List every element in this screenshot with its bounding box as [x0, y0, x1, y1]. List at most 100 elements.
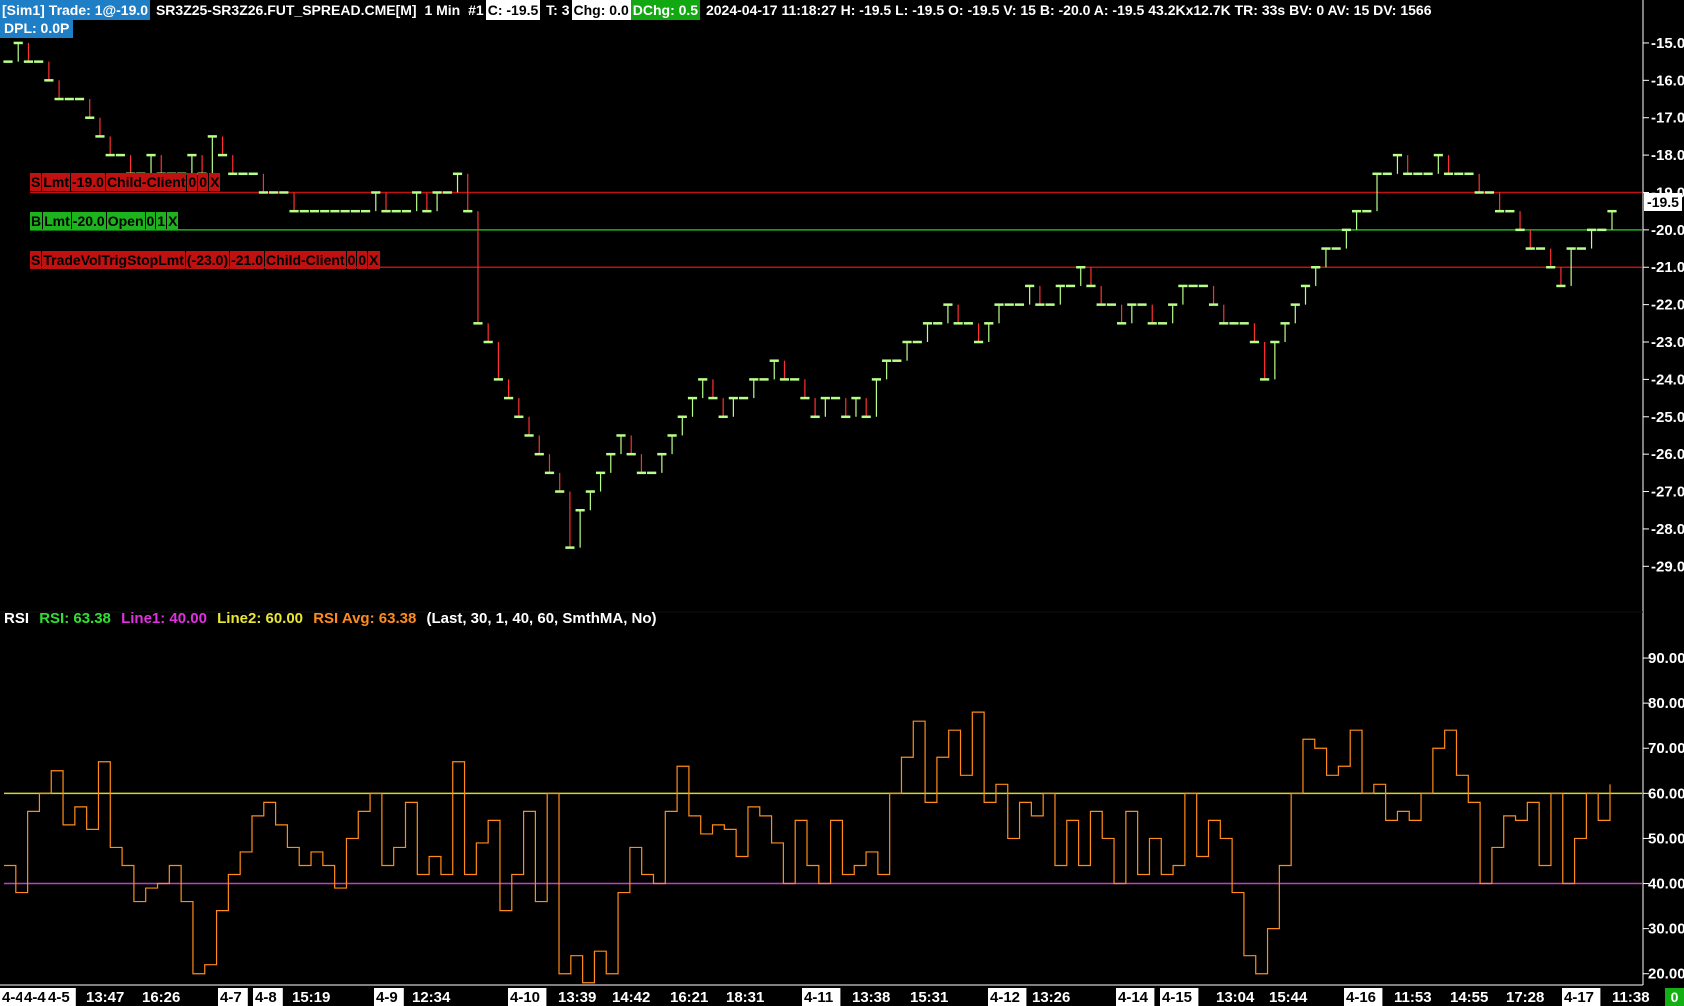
order-cell: TradeVolTrigStopLmt — [42, 251, 185, 269]
order-cancel-button[interactable]: X — [209, 173, 221, 191]
status-badge: 0 — [1665, 988, 1684, 1006]
y-tick-label: 80.00 — [1648, 695, 1684, 712]
order-cell: Open — [106, 212, 145, 230]
x-tick-label: 4-14 — [1118, 989, 1149, 1006]
order-buy-limit-20[interactable]: B Lmt -20.0 Open 0 1 X — [30, 212, 179, 230]
x-tick-group: 11:53 — [1394, 989, 1432, 1006]
y-tick-label: -29.0 — [1651, 558, 1684, 575]
x-tick-label: 4-9 — [376, 989, 398, 1006]
rsi-legend-name: RSI — [4, 610, 30, 627]
x-tick-group: 4-11 — [802, 988, 841, 1006]
y-tick-label: 50.00 — [1648, 830, 1684, 847]
y-tick-label: 30.00 — [1648, 921, 1684, 938]
x-tick-group: 12:34 — [412, 989, 451, 1006]
rsi-legend: RSI RSI: 63.38 Line1: 40.00 Line2: 60.00… — [4, 610, 663, 627]
price-pane[interactable] — [3, 41, 1642, 549]
x-tick-label: 13:39 — [558, 989, 596, 1006]
x-tick-label: 4-10 — [510, 989, 540, 1006]
x-tick-group: 4-15 — [1160, 988, 1199, 1006]
x-axis: 4-4 4-4 4-5 13:47 16:26 4-7 4-8 15:19 4-9 12:34 4-… — [0, 984, 1650, 1006]
x-tick-group: 4-17 — [1562, 988, 1601, 1006]
x-tick-label: 13:38 — [852, 989, 890, 1006]
x-tick-group: 4-9 — [374, 988, 404, 1006]
x-tick-label: 13:26 — [1032, 989, 1070, 1006]
x-tick-group: 4-8 — [253, 988, 283, 1006]
y-tick-label: -18.0 — [1651, 147, 1684, 164]
x-tick-label: 13:47 — [86, 989, 124, 1006]
y-tick-label: -17.0 — [1651, 110, 1684, 127]
stats-label: 2024-04-17 11:18:27 H: -19.5 L: -19.5 O:… — [705, 2, 1432, 18]
chart-number-label: #1 — [468, 2, 484, 18]
y-tick-label: 60.00 — [1648, 785, 1684, 802]
x-tick-group: 4-14 — [1116, 988, 1155, 1006]
dpl-badge: DPL: 0.0P — [0, 19, 74, 38]
x-tick-label: 4-12 — [990, 989, 1020, 1006]
x-tick-group: 17:28 — [1506, 989, 1544, 1006]
order-sell-stop-limit-21[interactable]: S TradeVolTrigStopLmt (-23.0) -21.0 Chil… — [30, 251, 381, 269]
order-sell-limit-19[interactable]: S Lmt -19.0 Child-Client 0 0 X — [30, 173, 221, 191]
ticks-label: T: 3 — [546, 2, 570, 18]
x-tick-label: 4-8 — [255, 989, 277, 1006]
order-cell: S — [30, 251, 42, 269]
x-tick-group: 13:26 — [1032, 989, 1070, 1006]
rsi-pane[interactable] — [4, 711, 1642, 984]
change-label: Chg: 0.0 — [571, 0, 631, 20]
x-tick-group: 13:39 — [558, 989, 596, 1006]
x-tick-label: 12:34 — [412, 989, 451, 1006]
x-tick-group: 16:26 — [142, 989, 180, 1006]
x-tick-group: 15:44 — [1269, 989, 1308, 1006]
y-tick-label: -20.0 — [1651, 222, 1684, 239]
y-tick-label: -25.0 — [1651, 409, 1684, 426]
order-cell: -21.0 — [230, 251, 265, 269]
y-tick-label: -23.0 — [1651, 334, 1684, 351]
y-tick-label: 70.00 — [1648, 740, 1684, 757]
x-tick-group: 16:21 — [670, 989, 708, 1006]
x-tick-label: 4-15 — [1162, 989, 1192, 1006]
rsi-legend-line1: Line1: 40.00 — [121, 610, 207, 627]
order-cell: (-23.0) — [185, 251, 230, 269]
order-cell: 1 — [156, 212, 167, 230]
x-tick-group: 4-12 — [988, 988, 1027, 1006]
current-price-label: -19.5 — [1644, 193, 1682, 211]
x-tick-group: 15:31 — [910, 989, 948, 1006]
order-cancel-button[interactable]: X — [368, 251, 380, 269]
x-tick-label: 4-4 — [2, 989, 24, 1006]
rsi-series-line — [4, 711, 1611, 984]
x-tick-group: 14:42 — [612, 989, 650, 1006]
rsi-legend-value: RSI: 63.38 — [39, 610, 111, 627]
sim-account-badge[interactable]: [Sim1] — [0, 0, 47, 20]
order-cell: 0 — [346, 251, 357, 269]
symbol-label[interactable]: SR3Z25-SR3Z26.FUT_SPREAD.CME[M] — [154, 0, 419, 20]
x-tick-group: 4-16 — [1344, 988, 1383, 1006]
y-tick-label: -24.0 — [1651, 371, 1684, 388]
x-tick-label: 4-7 — [220, 989, 242, 1006]
x-tick-label: 16:26 — [142, 989, 180, 1006]
order-cancel-button[interactable]: X — [167, 212, 179, 230]
interval-label[interactable]: 1 Min — [422, 0, 462, 20]
x-tick-label: 14:42 — [612, 989, 650, 1006]
order-cell: Lmt — [42, 173, 71, 191]
x-tick-label: 4-5 — [48, 989, 70, 1006]
order-cell: -20.0 — [71, 212, 106, 230]
order-cell: 0 — [187, 173, 198, 191]
order-cell: Child-Client — [105, 173, 187, 191]
y-tick-label: -21.0 — [1651, 259, 1684, 276]
y-tick-label: 20.00 — [1648, 966, 1684, 983]
x-tick-label: 14:55 — [1450, 989, 1488, 1006]
order-cell: -19.0 — [71, 173, 105, 191]
close-label: C: -19.5 — [485, 0, 541, 20]
y-tick-label: -16.0 — [1651, 72, 1684, 89]
x-tick-label: 11:53 — [1394, 989, 1432, 1006]
daily-change-label: DChg: 0.5 — [630, 0, 701, 20]
x-tick-label: 4-17 — [1564, 989, 1594, 1006]
order-cell: Child-Client — [265, 251, 346, 269]
y-tick-label: -15.0 — [1651, 35, 1684, 52]
x-tick-group: 13:38 — [852, 989, 890, 1006]
chart-canvas[interactable]: -15.0 -16.0 -17.0 -18.0 -19.0 -20.0 -21.0 -22.0… — [0, 0, 1684, 1006]
y-tick-label: 40.00 — [1648, 876, 1684, 893]
y-tick-label: -28.0 — [1651, 521, 1684, 538]
x-tick-group: 13:04 — [1216, 989, 1255, 1006]
x-tick-label: 15:31 — [910, 989, 948, 1006]
x-tick-group: 14:55 — [1450, 989, 1488, 1006]
order-cell: Lmt — [43, 212, 71, 230]
